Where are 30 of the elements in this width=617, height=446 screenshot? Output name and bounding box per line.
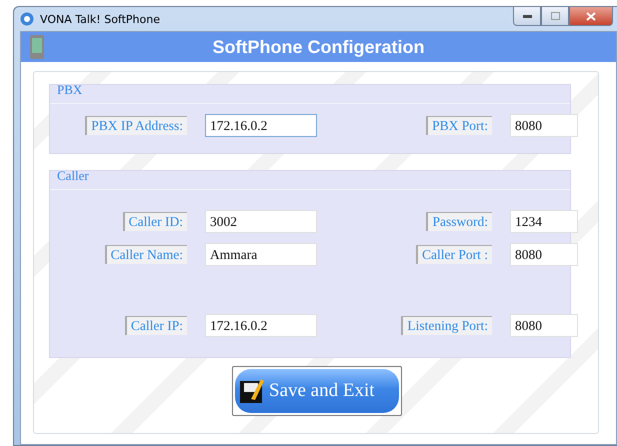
- field-label: Caller Name:: [104, 245, 187, 264]
- field-label: PBX Port:: [426, 116, 492, 135]
- minimize-icon: [522, 14, 532, 18]
- group-title: PBX: [57, 82, 82, 98]
- input-field[interactable]: 3002: [205, 210, 317, 233]
- floppy-pencil-icon: [239, 377, 265, 405]
- input-field[interactable]: 8080: [510, 243, 578, 266]
- app-icon: [20, 12, 34, 26]
- minimize-button[interactable]: [513, 7, 541, 26]
- save-button[interactable]: Save and Exit: [235, 369, 399, 413]
- window-title: VONA Talk! SoftPhone: [40, 12, 160, 26]
- field-label: PBX IP Address:: [85, 116, 187, 135]
- group-title: Caller: [57, 168, 89, 184]
- field-label: Caller IP:: [124, 316, 187, 335]
- close-icon: [586, 12, 596, 20]
- input-field[interactable]: 1234: [510, 210, 578, 233]
- maximize-icon: [550, 12, 560, 20]
- input-field[interactable]: 172.16.0.2: [205, 114, 317, 137]
- phone-icon: [29, 34, 45, 60]
- field-label: Listening Port:: [401, 316, 492, 335]
- input-field[interactable]: Ammara: [205, 243, 317, 266]
- field-label: Caller Port :: [416, 245, 492, 264]
- input-field[interactable]: 172.16.0.2: [205, 314, 317, 337]
- header-title: SoftPhone Configeration: [212, 36, 424, 58]
- input-field[interactable]: 8080: [510, 314, 578, 337]
- maximize-button[interactable]: [541, 7, 569, 26]
- field-label: Caller ID:: [122, 212, 187, 231]
- close-button[interactable]: [569, 7, 613, 26]
- field-label: Password:: [426, 212, 492, 231]
- input-field[interactable]: 8080: [510, 114, 578, 137]
